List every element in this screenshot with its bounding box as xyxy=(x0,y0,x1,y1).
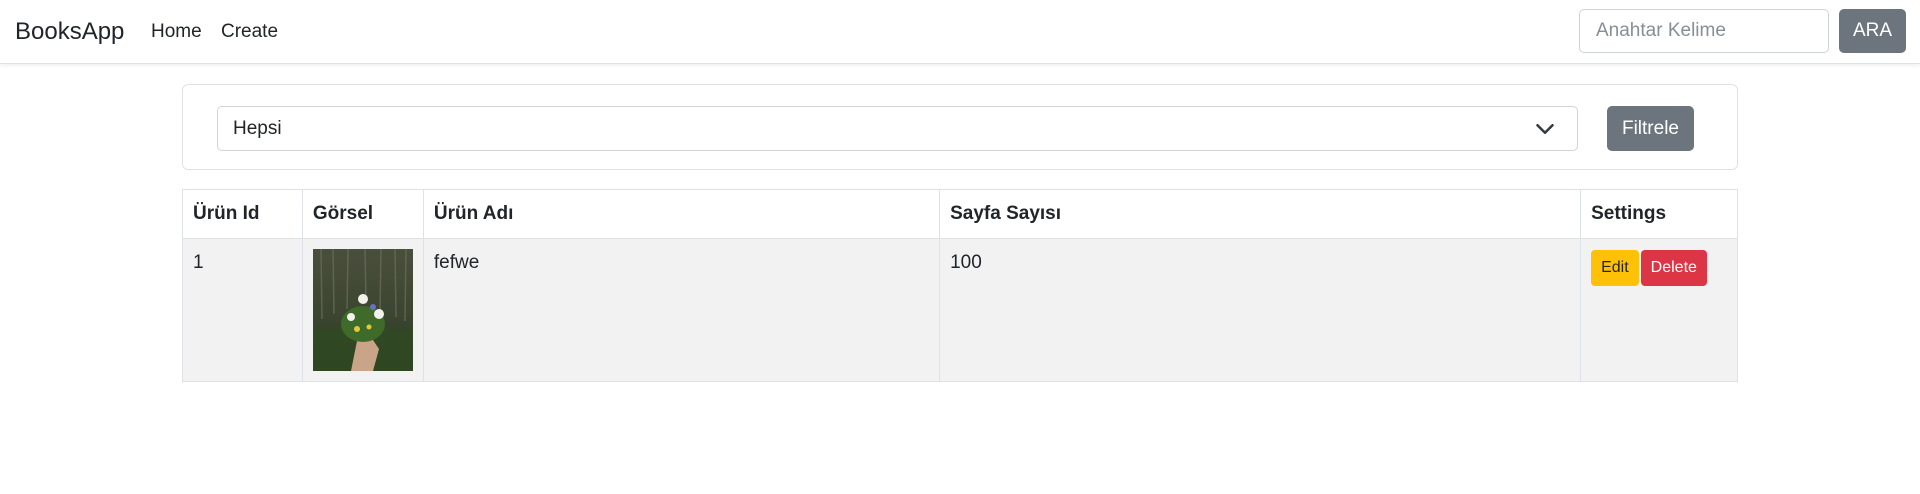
chevron-down-icon xyxy=(1536,124,1554,134)
filter-card: Hepsi Filtrele xyxy=(182,84,1738,170)
nav-home-link[interactable]: Home xyxy=(151,20,202,44)
nav-create-link[interactable]: Create xyxy=(221,20,278,44)
edit-button[interactable]: Edit xyxy=(1591,250,1639,286)
search-button[interactable]: ARA xyxy=(1839,9,1906,53)
header-settings: Settings xyxy=(1580,189,1738,239)
cell-product-name: fefwe xyxy=(422,238,941,382)
cell-page-count: 100 xyxy=(939,238,1582,382)
cell-image xyxy=(301,238,424,382)
filter-button[interactable]: Filtrele xyxy=(1607,106,1694,151)
category-select-value: Hepsi xyxy=(233,118,282,139)
header-page-count: Sayfa Sayısı xyxy=(939,189,1582,239)
category-select[interactable]: Hepsi xyxy=(217,106,1578,151)
search-input[interactable] xyxy=(1579,9,1829,53)
products-table: Ürün Id Görsel Ürün Adı Sayfa Sayısı Set… xyxy=(182,189,1738,382)
header-product-name: Ürün Adı xyxy=(422,189,941,239)
header-product-id: Ürün Id xyxy=(182,189,303,239)
cell-product-id: 1 xyxy=(182,238,303,382)
delete-button[interactable]: Delete xyxy=(1640,250,1707,286)
table-row: 1 fefwe 100 Edit Delete xyxy=(182,238,1738,382)
brand-link[interactable]: BooksApp xyxy=(15,17,124,47)
header-image: Görsel xyxy=(301,189,424,239)
table-header-row: Ürün Id Görsel Ürün Adı Sayfa Sayısı Set… xyxy=(182,189,1738,239)
navbar: BooksApp Home Create ARA xyxy=(0,0,1920,64)
cell-settings: Edit Delete xyxy=(1580,238,1738,382)
product-thumbnail xyxy=(312,249,413,371)
